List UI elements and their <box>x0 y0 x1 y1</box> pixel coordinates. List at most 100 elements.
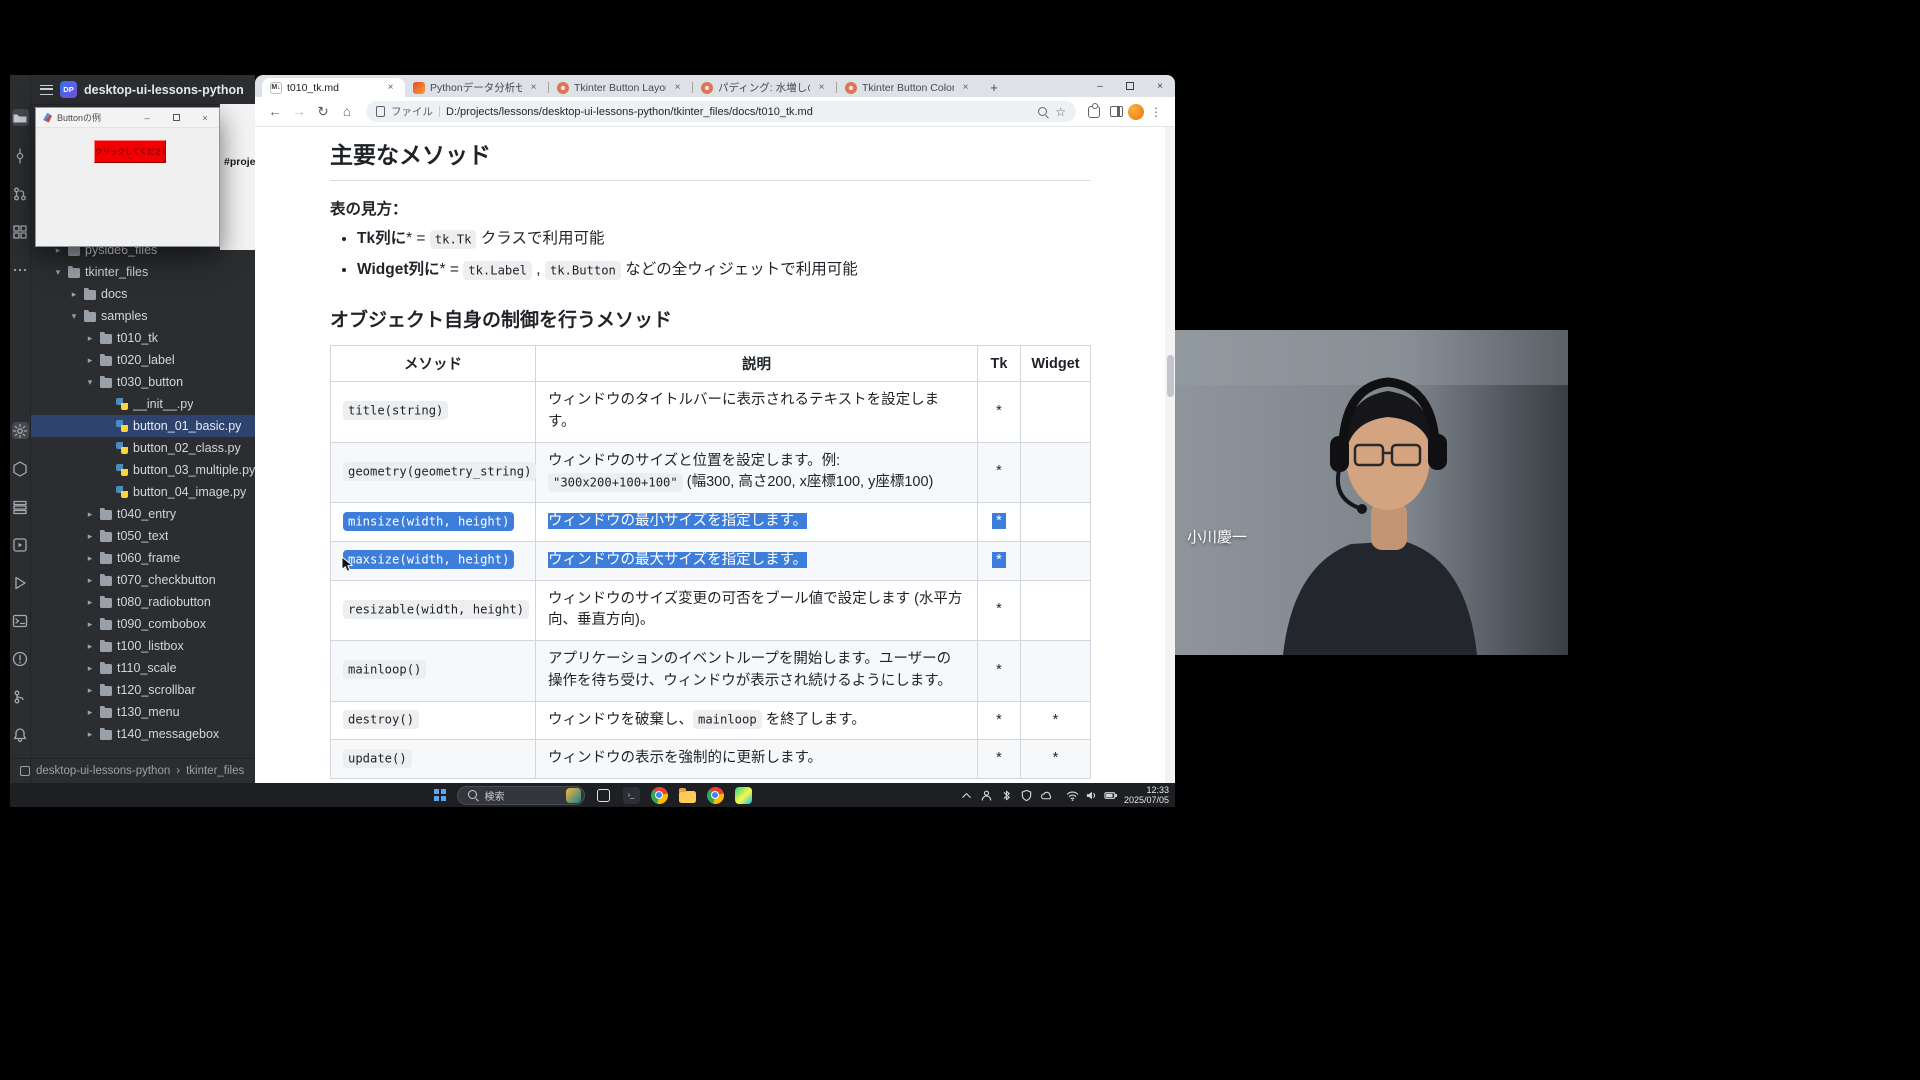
tree-item-button_01_basic.py[interactable]: button_01_basic.py <box>31 415 255 437</box>
breadcrumb-folder[interactable]: tkinter_files <box>186 765 244 777</box>
structure-icon[interactable] <box>12 498 29 515</box>
chevron-right-icon[interactable]: ▸ <box>85 355 95 366</box>
address-bar[interactable]: ファイル D:/projects/lessons/desktop-ui-less… <box>366 101 1076 122</box>
tree-item-samples[interactable]: ▾samples <box>31 305 255 327</box>
chevron-right-icon[interactable]: ▸ <box>85 509 95 520</box>
tree-item-docs[interactable]: ▸docs <box>31 283 255 305</box>
tree-item-t130_menu[interactable]: ▸t130_menu <box>31 701 255 723</box>
chevron-right-icon[interactable]: ▸ <box>85 685 95 696</box>
chevron-right-icon[interactable]: ▸ <box>85 333 95 344</box>
settings-icon[interactable] <box>12 422 29 439</box>
version-control-icon[interactable] <box>12 688 29 705</box>
chevron-down-icon[interactable]: ▾ <box>85 377 95 388</box>
tree-item-button_02_class.py[interactable]: button_02_class.py <box>31 437 255 459</box>
main-menu-icon[interactable] <box>40 85 53 95</box>
chevron-right-icon[interactable]: ▸ <box>85 663 95 674</box>
notifications-icon[interactable] <box>12 726 29 743</box>
chevron-up-icon[interactable] <box>960 789 973 802</box>
task-view-icon[interactable] <box>597 789 610 802</box>
browser-tab[interactable]: Tkinter Button Color Padding× <box>837 78 980 97</box>
browser-menu-icon[interactable]: ⋮ <box>1146 102 1166 122</box>
bluetooth-icon[interactable] <box>1000 789 1013 802</box>
problems-icon[interactable] <box>12 650 29 667</box>
window-maximize-button[interactable] <box>1115 75 1145 97</box>
tree-item-t110_scale[interactable]: ▸t110_scale <box>31 657 255 679</box>
run-icon[interactable] <box>12 574 29 591</box>
zoom-icon[interactable] <box>1037 106 1049 118</box>
tree-item-__init__.py[interactable]: __init__.py <box>31 393 255 415</box>
chrome-icon[interactable] <box>707 787 724 804</box>
breadcrumb-project[interactable]: desktop-ui-lessons-python <box>36 765 170 777</box>
chevron-down-icon[interactable]: ▾ <box>69 311 79 322</box>
speaker-icon[interactable] <box>1085 789 1098 802</box>
tree-item-t060_frame[interactable]: ▸t060_frame <box>31 547 255 569</box>
tk-title-bar[interactable]: Buttonの例 – × <box>36 108 219 128</box>
start-button[interactable] <box>434 789 447 802</box>
chevron-right-icon[interactable]: ▸ <box>85 707 95 718</box>
project-title[interactable]: desktop-ui-lessons-python <box>84 83 244 97</box>
chevron-right-icon[interactable]: ▸ <box>85 619 95 630</box>
extensions-icon[interactable] <box>1084 102 1104 122</box>
pycharm-icon[interactable] <box>735 787 752 804</box>
chevron-right-icon[interactable]: ▸ <box>69 289 79 300</box>
tree-item-button_03_multiple.py[interactable]: button_03_multiple.py <box>31 459 255 481</box>
tab-close-icon[interactable]: × <box>959 81 972 94</box>
tree-item-t010_tk[interactable]: ▸t010_tk <box>31 327 255 349</box>
tree-item-tkinter_files[interactable]: ▾tkinter_files <box>31 261 255 283</box>
terminal-icon[interactable] <box>12 612 29 629</box>
tab-close-icon[interactable]: × <box>671 81 684 94</box>
scrollbar-track[interactable] <box>1165 127 1175 785</box>
tree-item-t140_messagebox[interactable]: ▸t140_messagebox <box>31 723 255 745</box>
profile-avatar[interactable] <box>1128 104 1144 120</box>
chevron-right-icon[interactable]: ▸ <box>85 597 95 608</box>
wifi-icon[interactable] <box>1066 789 1079 802</box>
new-tab-button[interactable]: + <box>984 77 1004 97</box>
terminal-icon[interactable]: ›_ <box>623 787 640 804</box>
tree-item-t030_button[interactable]: ▾t030_button <box>31 371 255 393</box>
tree-item-t120_scrollbar[interactable]: ▸t120_scrollbar <box>31 679 255 701</box>
tree-item-t070_checkbutton[interactable]: ▸t070_checkbutton <box>31 569 255 591</box>
tab-close-icon[interactable]: × <box>527 81 540 94</box>
cloud-icon[interactable] <box>1040 789 1053 802</box>
window-minimize-button[interactable]: – <box>1085 75 1115 97</box>
chevron-down-icon[interactable]: ▾ <box>53 267 63 278</box>
pull-request-icon[interactable] <box>12 185 29 202</box>
search-highlight-icon[interactable] <box>566 788 581 803</box>
tree-item-t020_label[interactable]: ▸t020_label <box>31 349 255 371</box>
python-packages-icon[interactable] <box>12 460 29 477</box>
tree-item-t050_text[interactable]: ▸t050_text <box>31 525 255 547</box>
battery-icon[interactable] <box>1104 789 1117 802</box>
person-icon[interactable] <box>980 789 993 802</box>
tab-close-icon[interactable]: × <box>384 81 397 94</box>
window-close-button[interactable]: × <box>1145 75 1175 97</box>
tree-item-t080_radiobutton[interactable]: ▸t080_radiobutton <box>31 591 255 613</box>
commit-icon[interactable] <box>12 147 29 164</box>
forward-button[interactable]: → <box>288 101 310 123</box>
scrollbar-thumb[interactable] <box>1167 355 1174 397</box>
reload-button[interactable]: ↻ <box>312 101 334 123</box>
taskbar-search[interactable]: 検索 <box>457 786 585 805</box>
tk-minimize-button[interactable]: – <box>135 109 159 127</box>
browser-tab[interactable]: パディング: 水増しの語源 - Claude× <box>693 78 836 97</box>
chrome-icon[interactable] <box>651 787 668 804</box>
file-explorer-icon[interactable] <box>679 791 696 803</box>
project-folder-icon[interactable] <box>12 109 29 126</box>
side-panel-icon[interactable] <box>1106 102 1126 122</box>
browser-tab[interactable]: Pythonデータ分析ゼミ「デスクトップ× <box>405 78 548 97</box>
tk-maximize-button[interactable] <box>164 109 188 127</box>
chevron-right-icon[interactable]: ▸ <box>85 575 95 586</box>
chevron-right-icon[interactable]: ▸ <box>85 553 95 564</box>
chevron-right-icon[interactable]: ▸ <box>85 729 95 740</box>
browser-tab[interactable]: M↓t010_tk.md× <box>262 78 405 97</box>
back-button[interactable]: ← <box>264 101 286 123</box>
services-icon[interactable] <box>12 536 29 553</box>
home-button[interactable]: ⌂ <box>336 101 358 123</box>
tree-item-t040_entry[interactable]: ▸t040_entry <box>31 503 255 525</box>
browser-tab[interactable]: Tkinter Button Layout in Pytho× <box>549 78 692 97</box>
tree-item-t100_listbox[interactable]: ▸t100_listbox <box>31 635 255 657</box>
tree-item-t090_combobox[interactable]: ▸t090_combobox <box>31 613 255 635</box>
bookmark-star-icon[interactable]: ☆ <box>1055 105 1066 119</box>
tab-close-icon[interactable]: × <box>815 81 828 94</box>
plugins-icon[interactable] <box>12 223 29 240</box>
more-icon[interactable] <box>12 261 29 278</box>
